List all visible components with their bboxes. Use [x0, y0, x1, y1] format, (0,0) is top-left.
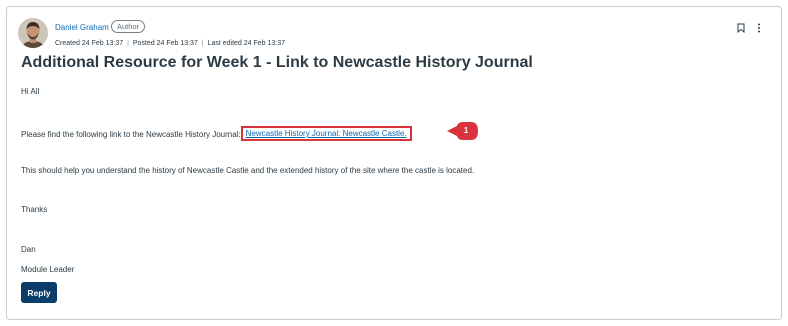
callout-number: 1	[463, 126, 469, 135]
intro-paragraph: Please find the following link to the Ne…	[21, 126, 412, 142]
greeting-text: Hi All	[21, 87, 40, 96]
avatar[interactable]	[18, 18, 48, 48]
intro-text: Please find the following link to the Ne…	[21, 130, 241, 139]
posted-date: Posted 24 Feb 13:37	[132, 40, 198, 47]
meta-separator: |	[127, 40, 129, 47]
last-edited-date: Last edited 24 Feb 13:37	[207, 40, 286, 47]
post-title: Additional Resource for Week 1 - Link to…	[21, 54, 533, 71]
bookmark-icon[interactable]	[736, 22, 746, 34]
author-name[interactable]: Daniel Graham	[55, 23, 109, 32]
thanks-text: Thanks	[21, 205, 48, 214]
reply-button[interactable]: Reply	[21, 282, 57, 303]
body-paragraph: This should help you understand the hist…	[21, 166, 475, 175]
meta-separator: |	[201, 40, 204, 47]
link-highlight-box: Newcastle History Journal: Newcastle Cas…	[240, 126, 412, 141]
signoff-role: Module Leader	[21, 265, 75, 274]
created-date: Created 24 Feb 13:37	[55, 40, 124, 47]
role-badge: Author	[111, 20, 146, 33]
newcastle-journal-link[interactable]: Newcastle History Journal: Newcastle Cas…	[246, 129, 407, 138]
signoff-name: Dan	[21, 245, 36, 254]
post-metadata: Created 24 Feb 13:37 | Posted 24 Feb 13:…	[55, 40, 285, 47]
more-vertical-icon[interactable]	[754, 22, 764, 34]
post-actions	[736, 22, 764, 34]
